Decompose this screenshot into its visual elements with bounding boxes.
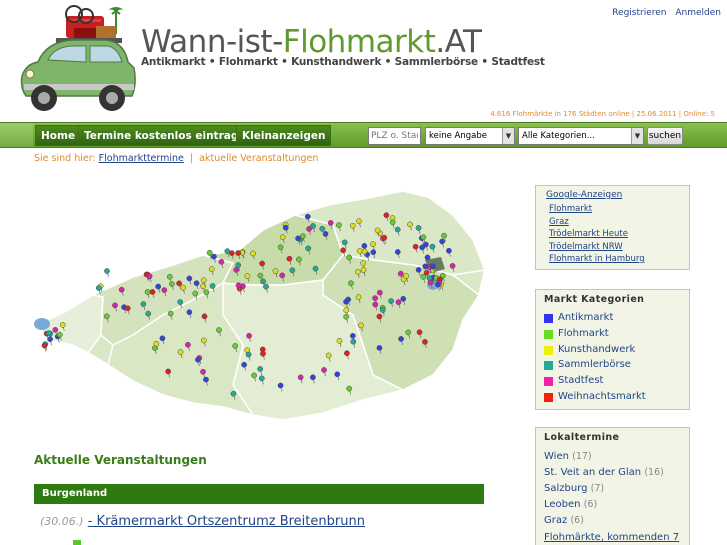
region-header: Burgenland [34, 484, 484, 504]
category-swatch [544, 314, 553, 323]
chevron-down-icon: ▼ [631, 128, 643, 144]
category-item-stadtfest[interactable]: Stadtfest [544, 374, 681, 390]
site-header: Wann-ist-Flohmarkt.AT Antikmarkt • Flohm… [0, 0, 727, 122]
breadcrumb-prefix: Sie sind hier: [34, 153, 96, 164]
nav-home[interactable]: Home [35, 125, 82, 146]
ad-link[interactable]: Trödelmarkt Heute [549, 228, 681, 241]
local-item[interactable]: Salzburg (7) [544, 481, 681, 497]
nav-classifieds[interactable]: Kleinanzeigen [236, 125, 332, 146]
local-city-link[interactable]: Wien [544, 451, 569, 462]
ad-link[interactable]: Graz [549, 216, 681, 229]
categories-box: Markt Kategorien Antikmarkt Flohmarkt Ku… [535, 289, 690, 410]
page: Wann-ist-Flohmarkt.AT Antikmarkt • Flohm… [0, 0, 727, 545]
account-links: Registrieren Anmelden [606, 8, 721, 18]
categories-title: Markt Kategorien [544, 294, 645, 305]
category-item-weihnachtsmarkt[interactable]: Weihnachtsmarkt [544, 390, 681, 406]
main-nav: Home Termine kostenlos eintragen Kleinan… [0, 122, 727, 148]
local-city-link[interactable]: Leoben [544, 499, 581, 510]
local-count: (16) [644, 467, 664, 478]
local-count: (6) [570, 515, 584, 526]
login-link[interactable]: Anmelden [675, 8, 721, 18]
event-date: (30.06.) [40, 515, 84, 528]
local-count: (6) [583, 499, 598, 510]
site-title[interactable]: Wann-ist-Flohmarkt.AT [141, 24, 482, 60]
breadcrumb-link[interactable]: Flohmarkttermine [99, 153, 184, 164]
location-search-input[interactable] [368, 127, 421, 145]
category-swatch [544, 345, 553, 355]
nav-add-dates[interactable]: Termine kostenlos eintragen [78, 125, 259, 146]
category-label: Flohmarkt [558, 327, 609, 339]
category-label: Kunsthandwerk [558, 343, 636, 355]
local-count: (7) [590, 483, 605, 494]
category-label: Antikmarkt [558, 312, 614, 323]
local-city-link[interactable]: Graz [544, 515, 567, 526]
title-part-1: Wann-ist- [141, 24, 283, 60]
ad-link[interactable]: Flohmarkt [549, 203, 681, 216]
category-label: Sammlerbörse [558, 359, 631, 371]
breadcrumb: Sie sind hier: Flohmarkttermine | aktuel… [34, 153, 318, 164]
category-label: Weihnachtsmarkt [558, 390, 646, 402]
local-count: (17) [572, 451, 592, 462]
radius-select-value: keine Angabe [429, 131, 487, 141]
category-item-antikmarkt[interactable]: Antikmarkt [544, 311, 681, 327]
category-select[interactable]: Alle Kategorien... ▼ [518, 127, 644, 145]
ads-heading[interactable]: Google-Anzeigen [546, 190, 681, 200]
category-item-kunsthandwerk[interactable]: Kunsthandwerk [544, 343, 681, 359]
category-swatch [544, 361, 553, 371]
site-stats: 4.616 Flohmärkte in 176 Städten online |… [490, 110, 715, 118]
category-label: Stadtfest [558, 375, 604, 387]
category-swatch [544, 377, 553, 387]
category-swatch [73, 540, 81, 545]
local-item[interactable]: Graz (6) [544, 513, 681, 529]
search-button[interactable]: suchen [647, 127, 683, 145]
category-swatch [544, 392, 553, 402]
local-item[interactable]: Wien (17) [544, 449, 681, 465]
ads-box: Google-Anzeigen Flohmarkt Graz Trödelmar… [535, 185, 690, 270]
map-pin-icon[interactable] [104, 268, 110, 278]
ad-link[interactable]: Trödelmarkt NRW [549, 241, 681, 254]
local-dates-title: Lokaltermine [544, 432, 620, 443]
nav-spacer [0, 123, 33, 147]
radius-select[interactable]: keine Angabe ▼ [425, 127, 515, 145]
chevron-down-icon: ▼ [502, 128, 514, 144]
map-pin-icon[interactable] [41, 342, 48, 352]
local-more-link[interactable]: Flohmärkte, kommenden 7 [544, 531, 681, 545]
local-dates-box: Lokaltermine Wien (17) St. Veit an der G… [535, 427, 690, 545]
local-city-link[interactable]: Salzburg [544, 483, 587, 494]
event-row[interactable]: (30.06.) - Krämermarkt Ortszentrumz Brei… [40, 514, 365, 529]
car-logo-image[interactable] [16, 2, 140, 120]
austria-map[interactable] [33, 185, 488, 430]
ad-link[interactable]: Flohmarkt in Hamburg [549, 253, 681, 266]
local-item[interactable]: Leoben (6) [544, 497, 681, 513]
breadcrumb-separator: | [189, 153, 194, 164]
local-item[interactable]: St. Veit an der Glan (16) [544, 465, 681, 481]
site-tagline: Antikmarkt • Flohmarkt • Kunsthandwerk •… [141, 56, 545, 68]
event-title-link[interactable]: - Krämermarkt Ortszentrumz Breitenbrunn [88, 514, 365, 529]
title-part-3: .AT [435, 24, 482, 60]
category-item-sammlerboerse[interactable]: Sammlerbörse [544, 358, 681, 374]
category-select-value: Alle Kategorien... [522, 131, 595, 141]
section-title: Aktuelle Veranstaltungen [34, 453, 207, 467]
category-swatch [544, 329, 553, 339]
register-link[interactable]: Registrieren [612, 8, 666, 18]
breadcrumb-current: aktuelle Veranstaltungen [199, 153, 319, 164]
local-city-link[interactable]: St. Veit an der Glan [544, 467, 641, 478]
category-item-flohmarkt[interactable]: Flohmarkt [544, 327, 681, 343]
title-part-2: Flohmarkt [282, 24, 436, 60]
